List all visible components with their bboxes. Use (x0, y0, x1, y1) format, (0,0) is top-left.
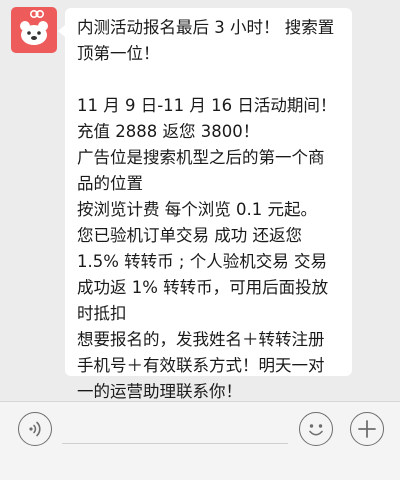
message-line: 想要报名的，发我姓名＋转转注册 (77, 330, 325, 349)
bear-face-icon (20, 9, 48, 45)
message-input[interactable] (62, 443, 288, 444)
sender-avatar[interactable] (11, 7, 57, 53)
message-line: 您已验机订单交易 成功 还返您 (77, 226, 302, 245)
message-line: 顶第一位！ (77, 44, 160, 63)
plus-icon (358, 420, 376, 438)
emoji-icon (309, 424, 323, 436)
message-line: 按浏览计费 每个浏览 0.1 元起。 (77, 200, 317, 219)
message-line: 1.5% 转转币 ; 个人验机交易 交易 (77, 252, 327, 271)
message-line: 内测活动报名最后 3 小时！ 搜索置 (77, 18, 335, 37)
chat-screen: 内测活动报名最后 3 小时！ 搜索置 顶第一位！ 11 月 9 日-11 月 1… (0, 0, 400, 480)
voice-button[interactable] (18, 412, 52, 446)
message-bubble[interactable]: 内测活动报名最后 3 小时！ 搜索置 顶第一位！ 11 月 9 日-11 月 1… (58, 8, 352, 401)
emoji-button[interactable] (299, 412, 333, 446)
message-line: 11 月 9 日-11 月 16 日活动期间！ (77, 96, 337, 115)
message-line: 品的位置 (77, 174, 143, 193)
message-line: 手机号＋有效联系方式！明天一对 (77, 356, 325, 375)
message-line (77, 67, 348, 93)
message-line: 广告位是搜索机型之后的第一个商 (77, 148, 325, 167)
message-line: 充值 2888 返您 3800！ (77, 122, 260, 141)
chat-input-bar (0, 401, 400, 480)
message-line: 时抵扣 (77, 304, 127, 323)
message-line: 成功返 1% 转转币，可用后面投放 (77, 278, 329, 297)
voice-icon (29, 421, 41, 437)
more-button[interactable] (350, 412, 384, 446)
